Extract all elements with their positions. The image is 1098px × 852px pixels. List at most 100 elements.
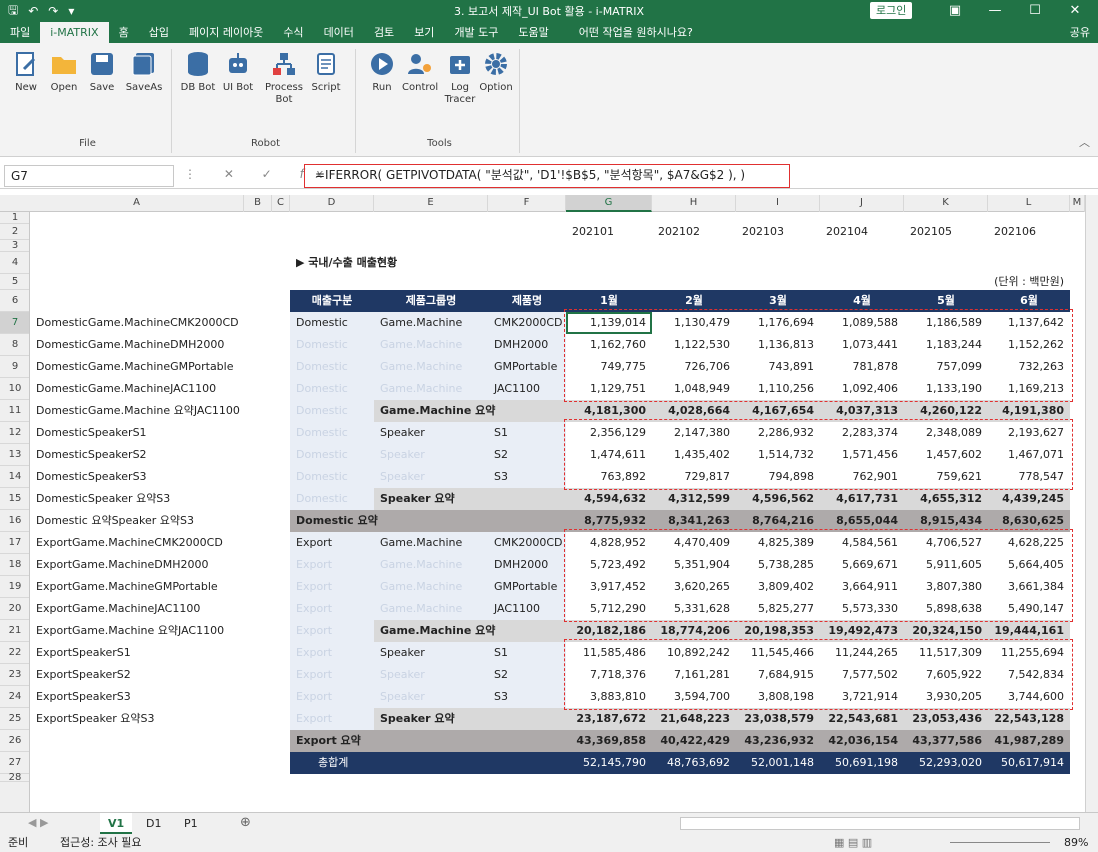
segment-total-label[interactable]: Domestic 요약 xyxy=(290,510,566,532)
value-cell[interactable]: 5,573,330 xyxy=(820,598,904,620)
row-header[interactable]: 1 xyxy=(0,212,29,224)
grand-total-value[interactable]: 50,691,198 xyxy=(820,752,904,774)
process-bot-button[interactable]: Process Bot xyxy=(262,49,306,106)
subtotal-value[interactable]: 4,439,245 xyxy=(988,488,1070,510)
row-key-label[interactable]: ExportGame.MachineJAC1100 xyxy=(30,598,286,620)
value-cell[interactable]: 2,147,380 xyxy=(652,422,736,444)
row-header[interactable]: 27 xyxy=(0,752,29,774)
segment-total-value[interactable]: 8,764,216 xyxy=(736,510,820,532)
value-cell[interactable]: 3,661,384 xyxy=(988,576,1070,598)
column-header[interactable]: E xyxy=(374,195,488,212)
subtotal-value[interactable]: 22,543,681 xyxy=(820,708,904,730)
subtotal-value[interactable]: 4,191,380 xyxy=(988,400,1070,422)
segment-cell[interactable]: Domestic xyxy=(290,444,374,466)
subtotal-value[interactable]: 20,198,353 xyxy=(736,620,820,642)
product-cell[interactable]: S2 xyxy=(488,664,566,686)
zoom-level[interactable]: 89% xyxy=(1064,834,1088,852)
value-cell[interactable]: 1,089,588 xyxy=(820,312,904,334)
value-cell[interactable]: 11,244,265 xyxy=(820,642,904,664)
row-header[interactable]: 21 xyxy=(0,620,29,642)
row-header[interactable]: 10 xyxy=(0,378,29,400)
value-cell[interactable]: 11,585,486 xyxy=(566,642,652,664)
row-header[interactable]: 16 xyxy=(0,510,29,532)
value-cell[interactable]: 5,911,605 xyxy=(904,554,988,576)
subtotal-value[interactable]: 18,774,206 xyxy=(652,620,736,642)
segment-total-value[interactable]: 43,377,586 xyxy=(904,730,988,752)
row-header[interactable]: 20 xyxy=(0,598,29,620)
row-header[interactable]: 8 xyxy=(0,334,29,356)
redo-icon[interactable]: ↷ xyxy=(48,4,58,18)
segment-cell[interactable]: Domestic xyxy=(290,466,374,488)
minimize-icon[interactable]: — xyxy=(975,0,1015,22)
open-button[interactable]: Open xyxy=(46,49,82,94)
subtotal-value[interactable]: 21,648,223 xyxy=(652,708,736,730)
row-header[interactable]: 28 xyxy=(0,773,29,783)
row-key-label[interactable]: DomesticGame.MachineCMK2000CD xyxy=(30,312,286,334)
value-cell[interactable]: 1,139,014 xyxy=(566,312,652,334)
value-cell[interactable]: 4,706,527 xyxy=(904,532,988,554)
subtotal-label[interactable]: Speaker 요약 xyxy=(374,708,566,730)
tab-d1[interactable]: D1 xyxy=(138,813,169,834)
value-cell[interactable]: 4,825,389 xyxy=(736,532,820,554)
subtotal-value[interactable]: 4,596,562 xyxy=(736,488,820,510)
value-cell[interactable]: 1,435,402 xyxy=(652,444,736,466)
row-key-label[interactable]: DomesticGame.Machine 요약JAC1100 xyxy=(30,400,286,422)
group-cell[interactable]: Speaker xyxy=(374,466,488,488)
value-cell[interactable]: 11,545,466 xyxy=(736,642,820,664)
subtotal-value[interactable]: 23,038,579 xyxy=(736,708,820,730)
period-cell[interactable]: 202106 xyxy=(988,224,1070,240)
row-header[interactable]: 17 xyxy=(0,532,29,554)
row-key-label[interactable]: Domestic 요약Speaker 요약S3 xyxy=(30,510,286,532)
value-cell[interactable]: 2,286,932 xyxy=(736,422,820,444)
value-cell[interactable]: 1,186,589 xyxy=(904,312,988,334)
menu-item[interactable]: 도움말 xyxy=(508,22,558,43)
segment-total-value[interactable]: 43,369,858 xyxy=(566,730,652,752)
subtotal-value[interactable]: 4,617,731 xyxy=(820,488,904,510)
product-cell[interactable]: S3 xyxy=(488,686,566,708)
vertical-scrollbar[interactable] xyxy=(1085,195,1098,812)
value-cell[interactable]: 1,073,441 xyxy=(820,334,904,356)
value-cell[interactable]: 3,930,205 xyxy=(904,686,988,708)
value-cell[interactable]: 2,283,374 xyxy=(820,422,904,444)
row-header[interactable]: 23 xyxy=(0,664,29,686)
column-header[interactable]: L xyxy=(988,195,1070,212)
value-cell[interactable]: 2,356,129 xyxy=(566,422,652,444)
tab-p1[interactable]: P1 xyxy=(176,813,206,834)
segment-cell[interactable]: Export xyxy=(290,576,374,598)
group-cell[interactable]: Game.Machine xyxy=(374,312,488,334)
value-cell[interactable]: 3,594,700 xyxy=(652,686,736,708)
subtotal-value[interactable]: 19,492,473 xyxy=(820,620,904,642)
maximize-icon[interactable]: ☐ xyxy=(1015,0,1055,22)
value-cell[interactable]: 3,721,914 xyxy=(820,686,904,708)
row-header[interactable]: 9 xyxy=(0,356,29,378)
period-cell[interactable]: 202104 xyxy=(820,224,904,240)
row-key-label[interactable]: DomesticSpeakerS3 xyxy=(30,466,286,488)
grand-total-value[interactable]: 52,001,148 xyxy=(736,752,820,774)
db-bot-button[interactable]: DB Bot xyxy=(180,49,216,94)
value-cell[interactable]: 3,808,198 xyxy=(736,686,820,708)
segment-total-value[interactable]: 8,630,625 xyxy=(988,510,1070,532)
run-button[interactable]: Run xyxy=(364,49,400,94)
row-header[interactable]: 7 xyxy=(0,312,29,334)
grand-total-value[interactable]: 48,763,692 xyxy=(652,752,736,774)
menu-item[interactable]: 보기 xyxy=(404,22,444,43)
value-cell[interactable]: 781,878 xyxy=(820,356,904,378)
value-cell[interactable]: 1,152,262 xyxy=(988,334,1070,356)
value-cell[interactable]: 4,584,561 xyxy=(820,532,904,554)
customize-icon[interactable]: ▾ xyxy=(68,4,74,18)
section-title[interactable]: ▶ 국내/수출 매출현황 xyxy=(290,252,590,274)
segment-total-value[interactable]: 8,341,263 xyxy=(652,510,736,532)
value-cell[interactable]: 729,817 xyxy=(652,466,736,488)
row-header[interactable]: 19 xyxy=(0,576,29,598)
column-header[interactable]: F xyxy=(488,195,566,212)
value-cell[interactable]: 11,255,694 xyxy=(988,642,1070,664)
column-header[interactable]: K xyxy=(904,195,988,212)
table-header-cell[interactable]: 제품명 xyxy=(488,290,566,312)
row-header[interactable]: 4 xyxy=(0,252,29,274)
ui-bot-button[interactable]: UI Bot xyxy=(220,49,256,94)
product-cell[interactable]: GMPortable xyxy=(488,356,566,378)
segment-cell[interactable]: Export xyxy=(290,532,374,554)
period-cell[interactable]: 202101 xyxy=(566,224,652,240)
segment-cell[interactable]: Domestic xyxy=(290,378,374,400)
group-cell[interactable]: Speaker xyxy=(374,444,488,466)
